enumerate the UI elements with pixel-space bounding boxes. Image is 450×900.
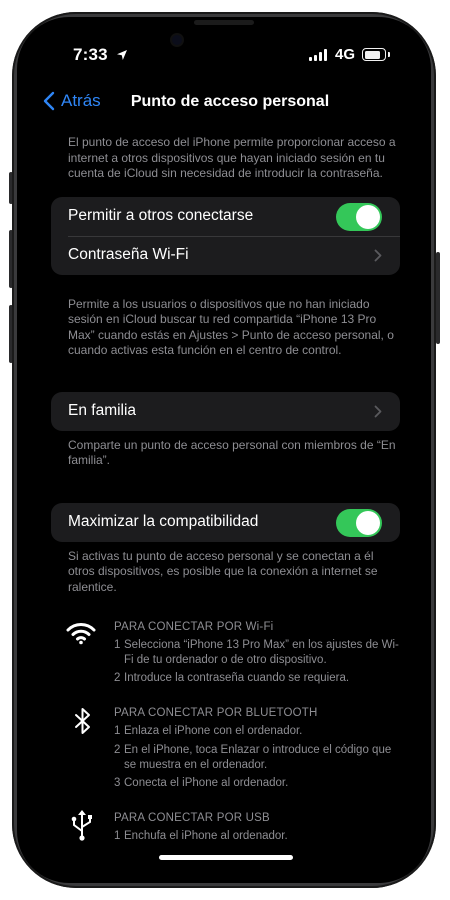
page-title: Punto de acceso personal xyxy=(130,93,330,110)
allow-others-row: Permitir a otros conectarse xyxy=(51,197,400,236)
wifi-instructions: PARA CONECTAR POR Wi-Fi 1 Selecciona “iP… xyxy=(17,621,431,686)
intro-description: El punto de acceso del iPhone permite pr… xyxy=(68,135,396,180)
family-footer: Comparte un punto de acceso personal con… xyxy=(68,437,396,468)
chevron-right-icon xyxy=(374,405,382,417)
allow-others-label: Permitir a otros conectarse xyxy=(68,207,254,224)
earpiece xyxy=(194,20,254,25)
status-time: 7:33 xyxy=(73,45,108,64)
family-label: En familia xyxy=(68,402,137,419)
wifi-password-row[interactable]: Contraseña Wi-Fi xyxy=(51,235,400,275)
share-description: Permite a los usuarios o dispositivos qu… xyxy=(68,296,394,358)
family-group: En familia xyxy=(51,391,400,431)
battery-icon xyxy=(362,48,390,61)
bluetooth-icon xyxy=(75,708,90,734)
location-arrow-icon xyxy=(116,48,128,66)
bluetooth-instructions: PARA CONECTAR POR BLUETOOTH 1 Enlaza el … xyxy=(17,707,431,791)
compatibility-label: Maximizar la compatibilidad xyxy=(68,513,259,530)
bluetooth-step: 3 Conecta el iPhone al ordenador. xyxy=(114,777,289,789)
compatibility-toggle[interactable] xyxy=(336,508,382,537)
settings-content: El punto de acceso del iPhone permite pr… xyxy=(17,135,431,844)
cellular-signal-icon xyxy=(309,49,327,61)
navigation-bar: Atrás Punto de acceso personal xyxy=(17,91,431,121)
bluetooth-instructions-heading: PARA CONECTAR POR BLUETOOTH xyxy=(114,707,318,719)
usb-instructions: PARA CONECTAR POR USB 1 Enchufa el iPhon… xyxy=(17,810,431,844)
compatibility-group: Maximizar la compatibilidad xyxy=(51,502,400,542)
front-camera xyxy=(172,35,182,45)
wifi-password-label: Contraseña Wi-Fi xyxy=(68,246,189,263)
bluetooth-step: 1 Enlaza el iPhone con el ordenador. xyxy=(114,725,303,737)
chevron-right-icon xyxy=(374,249,382,261)
usb-icon xyxy=(71,810,92,841)
wifi-step: 2 Introduce la contraseña cuando se requ… xyxy=(114,672,350,684)
family-row[interactable]: En familia xyxy=(51,392,400,431)
power-button xyxy=(436,252,440,344)
usb-instructions-heading: PARA CONECTAR POR USB xyxy=(114,812,270,824)
screen: 7:33 4G Atrás Punto de acceso personal E… xyxy=(17,17,431,883)
compatibility-footer: Si activas tu punto de acceso personal y… xyxy=(68,548,378,594)
wifi-instructions-heading: PARA CONECTAR POR Wi-Fi xyxy=(114,621,274,633)
bluetooth-step: 2 En el iPhone, toca Enlazar o introduce… xyxy=(114,744,392,771)
network-type: 4G xyxy=(335,46,356,63)
wifi-step: 1 Selecciona “iPhone 13 Pro Max” en los … xyxy=(114,639,399,666)
status-bar: 7:33 4G xyxy=(17,45,431,69)
home-indicator[interactable] xyxy=(159,855,293,860)
hotspot-settings-group: Permitir a otros conectarse Contraseña W… xyxy=(51,196,400,275)
usb-step: 1 Enchufa el iPhone al ordenador. xyxy=(114,830,288,842)
compatibility-row: Maximizar la compatibilidad xyxy=(51,503,400,542)
wifi-icon xyxy=(66,623,96,645)
allow-others-toggle[interactable] xyxy=(336,202,382,231)
